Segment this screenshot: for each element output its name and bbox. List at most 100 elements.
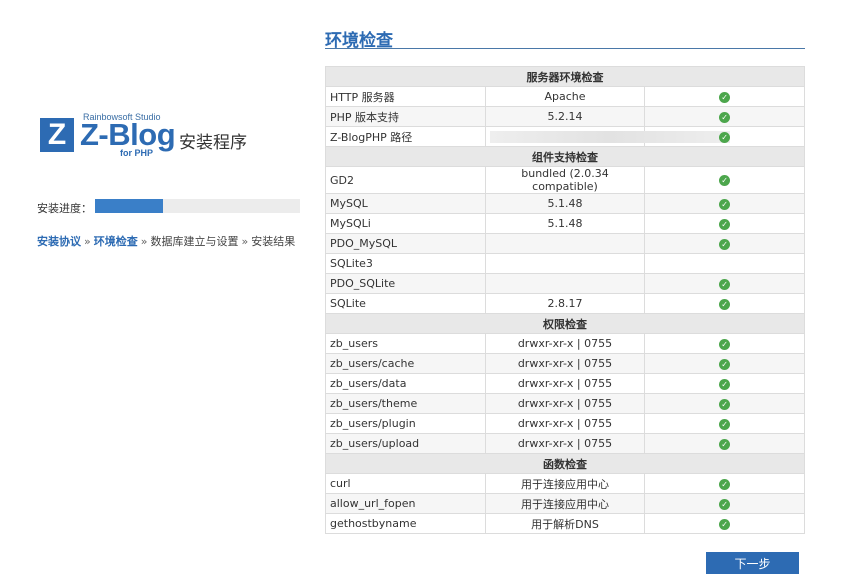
check-row: allow_url_fopen 用于连接应用中心 ✓ — [325, 493, 805, 514]
check-item-value: 5.1.48 — [484, 213, 646, 234]
check-row: Z-BlogPHP 路径 ✓ — [325, 126, 805, 147]
progress-label: 安装进度： — [37, 202, 92, 215]
step-separator: » — [140, 235, 148, 248]
check-item-name: GD2 — [325, 166, 486, 194]
section-header-row: 组件支持检查 — [325, 146, 805, 167]
check-status-cell: ✓ — [644, 333, 805, 354]
install-progress-fill — [95, 199, 163, 213]
check-item-value: drwxr-xr-x | 0755 — [484, 433, 646, 454]
logo-for-php: for PHP — [120, 148, 154, 158]
check-row: gethostbyname 用于解析DNS ✓ — [325, 513, 805, 534]
check-status-cell: ✓ — [644, 166, 805, 194]
check-circle-icon: ✓ — [719, 111, 731, 123]
check-row: zb_users/theme drwxr-xr-x | 0755 ✓ — [325, 393, 805, 414]
check-row: HTTP 服务器 Apache ✓ — [325, 86, 805, 107]
check-status-cell: ✓ — [644, 513, 805, 534]
check-status-cell: ✓ — [644, 473, 805, 494]
check-item-name: MySQL — [325, 193, 486, 214]
title-divider — [325, 48, 805, 49]
step-item: 数据库建立与设置 — [150, 235, 239, 248]
check-item-value — [484, 273, 646, 294]
check-item-name: PDO_MySQL — [325, 233, 486, 254]
check-circle-icon: ✓ — [719, 218, 731, 230]
check-item-value: 5.1.48 — [484, 193, 646, 214]
check-item-name: zb_users/theme — [325, 393, 486, 414]
check-row: zb_users/data drwxr-xr-x | 0755 ✓ — [325, 373, 805, 394]
check-item-value: drwxr-xr-x | 0755 — [484, 393, 646, 414]
check-item-name: curl — [325, 473, 486, 494]
check-item-name: zb_users/plugin — [325, 413, 486, 434]
check-row: PHP 版本支持 5.2.14 ✓ — [325, 106, 805, 127]
check-item-value: bundled (2.0.34 compatible) — [484, 166, 646, 194]
check-circle-icon: ✓ — [719, 338, 731, 350]
check-item-value: drwxr-xr-x | 0755 — [484, 373, 646, 394]
check-item-name: zb_users — [325, 333, 486, 354]
check-circle-icon: ✓ — [719, 278, 731, 290]
check-item-value: 用于解析DNS — [484, 513, 646, 534]
step-item: 安装协议 — [37, 235, 81, 248]
check-circle-icon: ✓ — [719, 418, 731, 430]
step-item: 安装结果 — [251, 235, 296, 248]
check-row: SQLite 2.8.17 ✓ — [325, 293, 805, 314]
check-circle-icon: ✓ — [719, 378, 731, 390]
install-steps-breadcrumb: 安装协议» 环境检查» 数据库建立与设置» 安装结果 — [37, 233, 295, 249]
check-circle-icon: ✓ — [719, 91, 731, 103]
check-status-cell: ✓ — [644, 233, 805, 254]
zblog-logo: Rainbowsoft Studio Z Z-Blog for PHP 安装程序 — [40, 112, 270, 162]
section-title: 服务器环境检查 — [325, 66, 805, 87]
check-item-value: 2.8.17 — [484, 293, 646, 314]
check-circle-icon: ✓ — [719, 478, 731, 490]
check-row: curl 用于连接应用中心 ✓ — [325, 473, 805, 494]
check-status-cell: ✓ — [644, 433, 805, 454]
check-status-cell — [644, 253, 805, 274]
step-separator: » — [241, 235, 249, 248]
install-progress-bar — [95, 199, 300, 213]
step-item: 环境检查 — [93, 235, 138, 248]
check-item-name: SQLite3 — [325, 253, 486, 274]
check-row: zb_users/plugin drwxr-xr-x | 0755 ✓ — [325, 413, 805, 434]
check-circle-icon: ✓ — [719, 198, 731, 210]
check-row: zb_users drwxr-xr-x | 0755 ✓ — [325, 333, 805, 354]
check-circle-icon: ✓ — [719, 238, 731, 250]
check-status-cell: ✓ — [644, 193, 805, 214]
section-title: 权限检查 — [325, 313, 805, 334]
check-circle-icon: ✓ — [719, 518, 731, 530]
step-separator: » — [84, 235, 91, 248]
check-row: MySQL 5.1.48 ✓ — [325, 193, 805, 214]
check-row: zb_users/cache drwxr-xr-x | 0755 ✓ — [325, 353, 805, 374]
check-item-name: zb_users/upload — [325, 433, 486, 454]
check-item-value: 用于连接应用中心 — [484, 473, 646, 494]
logo-z-icon: Z — [40, 118, 74, 152]
check-status-cell: ✓ — [644, 413, 805, 434]
check-row: zb_users/upload drwxr-xr-x | 0755 ✓ — [325, 433, 805, 454]
check-item-value: 5.2.14 — [484, 106, 646, 127]
section-header-row: 权限检查 — [325, 313, 805, 334]
check-status-cell: ✓ — [644, 86, 805, 107]
check-item-value: drwxr-xr-x | 0755 — [484, 353, 646, 374]
check-circle-icon: ✓ — [719, 298, 731, 310]
section-header-row: 函数检查 — [325, 453, 805, 474]
check-status-cell: ✓ — [644, 493, 805, 514]
next-step-button[interactable]: 下一步 — [706, 552, 799, 574]
check-item-name: PDO_SQLite — [325, 273, 486, 294]
check-item-value: drwxr-xr-x | 0755 — [484, 413, 646, 434]
check-item-name: HTTP 服务器 — [325, 86, 486, 107]
check-item-name: zb_users/data — [325, 373, 486, 394]
section-title: 组件支持检查 — [325, 146, 805, 167]
check-item-name: SQLite — [325, 293, 486, 314]
section-title: 函数检查 — [325, 453, 805, 474]
check-item-value: drwxr-xr-x | 0755 — [484, 333, 646, 354]
check-circle-icon: ✓ — [719, 358, 731, 370]
check-item-value — [484, 126, 730, 147]
check-status-cell: ✓ — [644, 393, 805, 414]
check-row: PDO_MySQL ✓ — [325, 233, 805, 254]
check-circle-icon: ✓ — [719, 498, 731, 510]
check-row: SQLite3 — [325, 253, 805, 274]
check-item-value — [484, 253, 646, 274]
check-status-cell: ✓ — [644, 106, 805, 127]
logo-setup-text: 安装程序 — [179, 133, 247, 153]
environment-check-table: 服务器环境检查 HTTP 服务器 Apache ✓ PHP 版本支持 5.2.14 ✓ Z-B… — [325, 66, 805, 534]
check-row: GD2 bundled (2.0.34 compatible) ✓ — [325, 166, 805, 194]
check-circle-icon: ✓ — [719, 398, 731, 410]
check-status-cell: ✓ — [644, 293, 805, 314]
